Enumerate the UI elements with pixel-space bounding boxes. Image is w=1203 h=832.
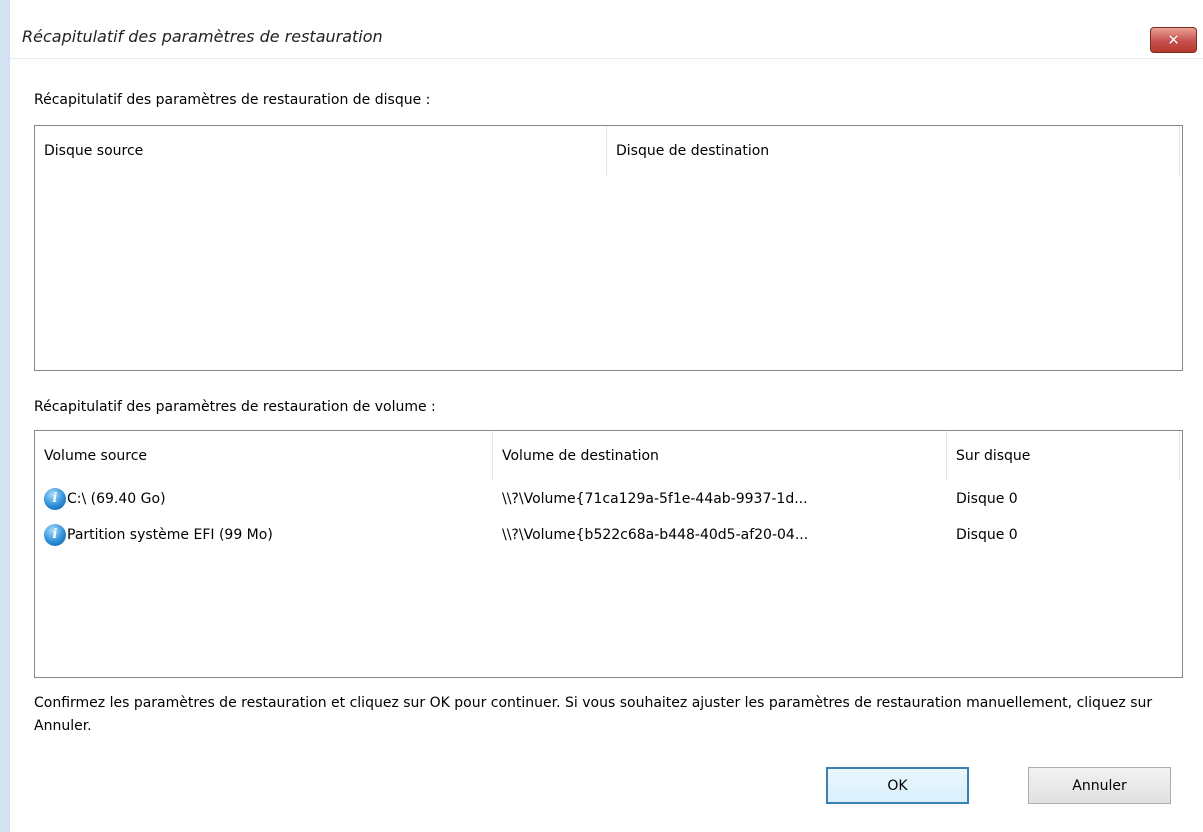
column-header-volume-source[interactable]: Volume source bbox=[35, 431, 493, 481]
volume-source-cell: C:\ (69.40 Go) bbox=[67, 491, 166, 507]
column-header-sur-disque[interactable]: Sur disque bbox=[947, 431, 1180, 481]
close-button[interactable]: ✕ bbox=[1150, 27, 1197, 53]
volume-destination-cell: \\?\Volume{b522c68a-b448-40d5-af20-04... bbox=[502, 527, 809, 543]
title-bar: Récapitulatif des paramètres de restaura… bbox=[10, 0, 1203, 59]
volume-summary-list[interactable]: Volume source Volume de destination Sur … bbox=[34, 430, 1183, 678]
volume-summary-label: Récapitulatif des paramètres de restaura… bbox=[34, 399, 436, 415]
column-header-disque-source[interactable]: Disque source bbox=[35, 126, 607, 176]
dialog-window: Récapitulatif des paramètres de restaura… bbox=[0, 0, 1203, 832]
info-icon: i bbox=[44, 524, 66, 546]
table-row[interactable]: i Partition système EFI (99 Mo) \\?\Volu… bbox=[35, 520, 1182, 550]
cancel-button[interactable]: Annuler bbox=[1028, 767, 1171, 804]
close-icon: ✕ bbox=[1167, 30, 1180, 49]
column-header-volume-destination[interactable]: Volume de destination bbox=[493, 431, 947, 481]
column-header-disque-destination[interactable]: Disque de destination bbox=[607, 126, 1180, 176]
disk-cell: Disque 0 bbox=[956, 527, 1018, 543]
volume-source-cell: Partition système EFI (99 Mo) bbox=[67, 527, 273, 543]
disk-summary-list[interactable]: Disque source Disque de destination bbox=[34, 125, 1183, 371]
table-row[interactable]: i C:\ (69.40 Go) \\?\Volume{71ca129a-5f1… bbox=[35, 484, 1182, 514]
disk-summary-label: Récapitulatif des paramètres de restaura… bbox=[34, 92, 431, 108]
instruction-text: Confirmez les paramètres de restauration… bbox=[34, 695, 1153, 734]
dialog-content: Récapitulatif des paramètres de restaura… bbox=[10, 58, 1203, 832]
info-icon: i bbox=[44, 488, 66, 510]
volume-destination-cell: \\?\Volume{71ca129a-5f1e-44ab-9937-1d... bbox=[502, 491, 808, 507]
ok-button[interactable]: OK bbox=[826, 767, 969, 804]
disk-cell: Disque 0 bbox=[956, 491, 1018, 507]
window-title: Récapitulatif des paramètres de restaura… bbox=[22, 27, 383, 46]
